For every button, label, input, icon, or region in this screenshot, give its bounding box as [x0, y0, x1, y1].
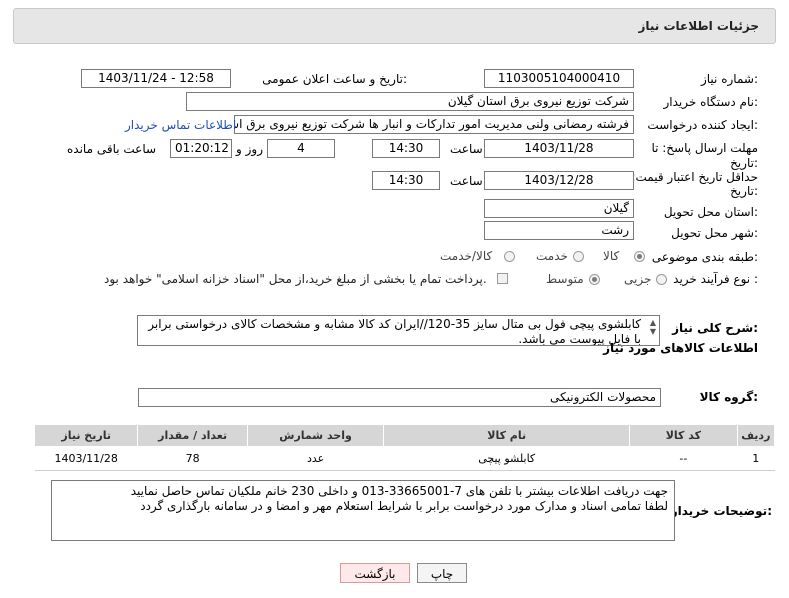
buyer-org-field: شرکت توزیع نیروی برق استان گیلان	[186, 92, 634, 111]
validity-label-2: تاریخ:	[730, 184, 758, 198]
process-medium-radio[interactable]	[589, 274, 600, 285]
description-text: کابلشوی پیچی فول بی متال سایز 35-120//ای…	[148, 317, 641, 346]
table-header-row: ردیف کد کالا نام کالا واحد شمارش تعداد /…	[33, 424, 776, 447]
back-button[interactable]: بازگشت	[340, 563, 410, 583]
col-qty: تعداد / مقدار	[137, 424, 248, 447]
items-table: ردیف کد کالا نام کالا واحد شمارش تعداد /…	[33, 424, 776, 471]
cell-name: کابلشو پیچی	[383, 446, 630, 471]
province-label: استان محل تحویل:	[663, 205, 758, 219]
announce-field: 1403/11/24 - 12:58	[81, 69, 231, 88]
category-goods-label: کالا	[603, 249, 620, 263]
col-unit: واحد شمارش	[246, 424, 385, 447]
process-minor-label: جزیی	[624, 272, 652, 286]
remaining-time-field: 01:20:12	[170, 139, 232, 158]
cell-qty: 78	[137, 446, 248, 471]
need-number-field: 1103005104000410	[484, 69, 634, 88]
buyer-notes-line-1: جهت دریافت اطلاعات بیشتر با تلفن های 7-3…	[130, 484, 668, 498]
cell-row: 1	[737, 446, 775, 471]
remaining-label: ساعت باقی مانده	[67, 142, 157, 156]
deadline-time-field: 14:30	[372, 139, 440, 158]
buyer-notes-box: جهت دریافت اطلاعات بیشتر با تلفن های 7-3…	[51, 480, 675, 541]
cell-code: --	[629, 446, 738, 471]
category-both-radio[interactable]	[504, 251, 515, 262]
city-field: رشت	[484, 221, 634, 240]
need-number-label: شماره نیاز:	[700, 72, 758, 86]
deadline-label: مهلت ارسال پاسخ: تا	[651, 141, 758, 155]
process-label: نوع فرآیند خرید :	[673, 272, 758, 286]
category-service-radio[interactable]	[573, 251, 584, 262]
buyer-org-label: نام دستگاه خریدار:	[663, 95, 759, 109]
category-both-label: کالا/خدمت	[440, 249, 493, 263]
page-title: جزئیات اطلاعات نیاز	[638, 19, 759, 33]
creator-field: فرشته رمضانی ولنی مدیریت امور تدارکات و …	[234, 115, 634, 134]
cell-date: 1403/11/28	[34, 446, 138, 471]
treasury-payment-note: پرداخت تمام یا بخشی از مبلغ خرید،از محل …	[104, 272, 487, 286]
validity-label: حداقل تاریخ اعتبار قیمت: تا	[620, 170, 758, 184]
validity-time-field: 14:30	[372, 171, 440, 190]
deadline-label-2: تاریخ:	[730, 156, 758, 170]
cell-unit: عدد	[247, 446, 384, 471]
col-date: تاریخ نیاز	[33, 424, 139, 447]
validity-time-label: ساعت	[450, 174, 483, 188]
col-row: ردیف	[736, 424, 776, 447]
buyer-notes-label: توضیحات خریدار:	[670, 504, 772, 518]
description-label: شرح کلی نیاز:	[672, 321, 758, 335]
print-button[interactable]: چاپ	[417, 563, 467, 583]
buyer-notes-line-2: لطفا تمامی اسناد و مدارک مورد درخواست بر…	[140, 499, 668, 513]
col-code: کد کالا	[629, 424, 738, 447]
days-field: 4	[267, 139, 335, 158]
goods-info-title: اطلاعات کالاهای مورد نیاز	[603, 341, 758, 355]
goods-group-label: گروه کالا:	[699, 390, 758, 404]
category-service-label: خدمت	[536, 249, 568, 263]
description-textarea[interactable]: کابلشوی پیچی فول بی متال سایز 35-120//ای…	[137, 315, 660, 346]
table-row: 1 -- کابلشو پیچی عدد 78 1403/11/28	[34, 446, 775, 471]
goods-group-field: محصولات الکترونیکی	[138, 388, 661, 407]
deadline-time-label: ساعت	[450, 142, 483, 156]
treasury-payment-checkbox[interactable]	[497, 273, 508, 284]
header-panel: جزئیات اطلاعات نیاز	[13, 8, 776, 44]
province-field: گیلان	[484, 199, 634, 218]
validity-date-field: 1403/12/28	[484, 171, 634, 190]
process-minor-radio[interactable]	[656, 274, 667, 285]
col-name: نام کالا	[383, 424, 631, 447]
announce-label: تاریخ و ساعت اعلان عمومی:	[262, 72, 407, 86]
city-label: شهر محل تحویل:	[671, 226, 758, 240]
buyer-contact-link[interactable]: اطلاعات تماس خریدار	[125, 118, 236, 132]
process-medium-label: متوسط	[546, 272, 584, 286]
scroll-arrows-icon[interactable]: ▲ ▼	[650, 318, 656, 336]
creator-label: ایجاد کننده درخواست:	[647, 118, 758, 132]
category-goods-radio[interactable]	[634, 251, 645, 262]
deadline-date-field: 1403/11/28	[484, 139, 634, 158]
category-label: طبقه بندی موضوعی:	[651, 250, 758, 264]
days-label: روز و	[236, 142, 263, 156]
